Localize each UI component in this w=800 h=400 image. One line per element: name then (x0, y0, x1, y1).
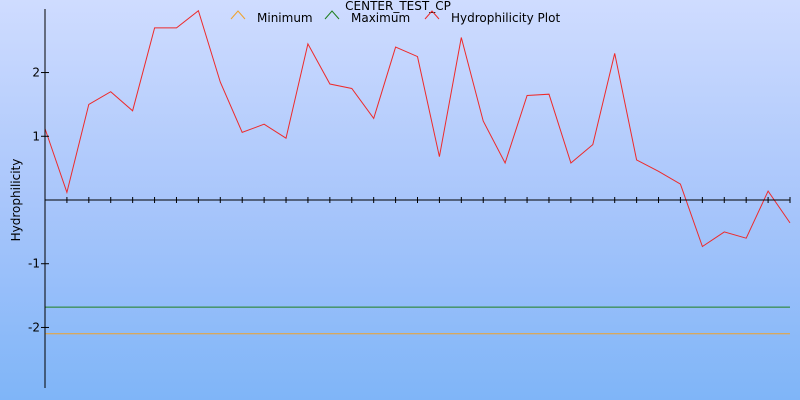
legend-label-minimum: Minimum (257, 11, 313, 25)
y-tick-label: -2 (28, 320, 40, 334)
legend-swatch-minimum (230, 10, 246, 20)
series-line-hydrophilicity-plot (44, 9, 791, 248)
legend-label-maximum: Maximum (351, 11, 410, 25)
y-tick-label: 1 (32, 129, 40, 143)
legend-swatch-maximum (324, 10, 340, 20)
chart-background: CENTER_TEST_CP Minimum Maximum Hydrophilic… (0, 0, 800, 400)
y-axis-label: Hydrophilicity (9, 159, 23, 242)
chart-legend: CENTER_TEST_CP Minimum Maximum Hydrophilic… (230, 0, 560, 25)
legend-label-hydrophilicity-plot: Hydrophilicity Plot (451, 11, 560, 25)
y-tick-label: -1 (28, 257, 40, 271)
hydrophilicity-chart: CENTER_TEST_CP Minimum Maximum Hydrophilic… (9, 0, 791, 388)
y-tick-label: 2 (32, 66, 40, 80)
